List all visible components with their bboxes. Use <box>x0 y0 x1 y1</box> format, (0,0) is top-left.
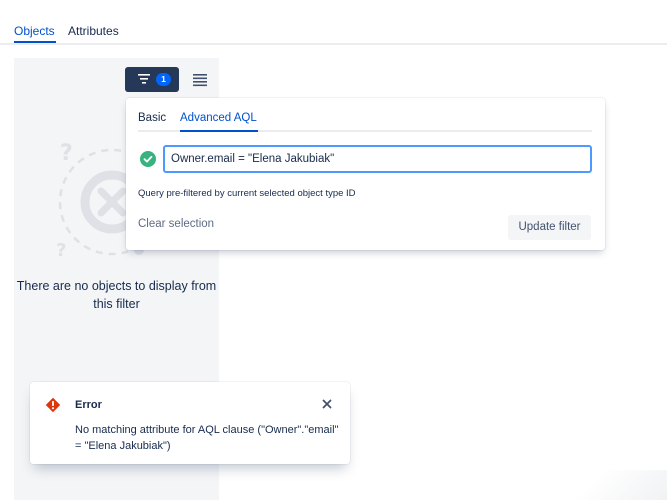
filter-count-badge: 1 <box>156 73 171 86</box>
popup-active-tab-indicator <box>180 130 258 132</box>
clear-selection-button[interactable]: Clear selection <box>138 218 214 230</box>
object-tabs: Objects Attributes <box>0 0 667 45</box>
tab-objects[interactable]: Objects <box>14 24 55 38</box>
error-title: Error <box>75 399 102 411</box>
svg-text:?: ? <box>60 141 73 166</box>
error-flag: Error No matching attribute for AQL clau… <box>30 382 350 464</box>
aql-helper-text: Query pre-filtered by current selected o… <box>138 188 356 199</box>
tab-attributes[interactable]: Attributes <box>68 24 119 38</box>
filter-icon <box>138 74 150 84</box>
svg-text:?: ? <box>56 240 66 261</box>
error-description: No matching attribute for AQL clause ("O… <box>75 424 339 452</box>
update-filter-button[interactable]: Update filter <box>508 215 591 240</box>
list-view-icon[interactable] <box>190 70 210 90</box>
check-circle-icon <box>140 151 156 167</box>
close-icon[interactable] <box>320 397 334 411</box>
active-tab-indicator <box>14 41 56 43</box>
tab-basic[interactable]: Basic <box>138 112 166 125</box>
filter-popup: Basic Advanced AQL Owner.email = "Elena … <box>126 98 605 250</box>
background-shadow <box>540 470 667 500</box>
empty-state-message: There are no objects to display from thi… <box>16 279 217 311</box>
tab-advanced-aql[interactable]: Advanced AQL <box>180 112 257 125</box>
aql-query-input[interactable]: Owner.email = "Elena Jakubiak" <box>163 145 592 173</box>
filter-button[interactable]: 1 <box>125 67 179 92</box>
error-icon <box>45 397 61 413</box>
